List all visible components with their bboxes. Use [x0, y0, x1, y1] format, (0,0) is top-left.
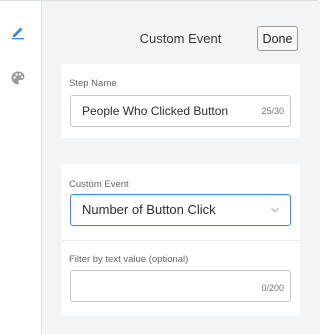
pencil-icon — [12, 27, 24, 40]
step-name-card: Step Name People Who Clicked Button 25/3… — [61, 64, 300, 138]
panel-title: Custom Event — [139, 31, 222, 46]
step-name-input[interactable]: People Who Clicked Button 25/30 — [70, 95, 291, 127]
custom-event-select[interactable]: Number of Button Click — [70, 194, 291, 226]
filter-label: Filter by text value (optional) — [69, 254, 189, 265]
step-name-label: Step Name — [69, 78, 117, 89]
custom-event-label: Custom Event — [69, 179, 129, 190]
custom-event-selected: Number of Button Click — [82, 202, 216, 217]
filter-input[interactable]: 0/200 — [70, 270, 291, 302]
side-rail — [0, 1, 42, 334]
top-border — [0, 0, 318, 1]
style-tab[interactable] — [9, 69, 27, 87]
edit-tab[interactable] — [9, 23, 27, 41]
step-name-value: People Who Clicked Button — [82, 104, 229, 118]
palette-icon — [11, 71, 25, 85]
filter-counter: 0/200 — [261, 283, 284, 293]
custom-event-card: Custom Event Number of Button Click Filt… — [61, 164, 300, 315]
chevron-down-icon — [271, 207, 279, 213]
card-divider — [61, 240, 300, 241]
step-name-counter: 25/30 — [261, 106, 284, 116]
done-button[interactable]: Done — [257, 26, 298, 51]
